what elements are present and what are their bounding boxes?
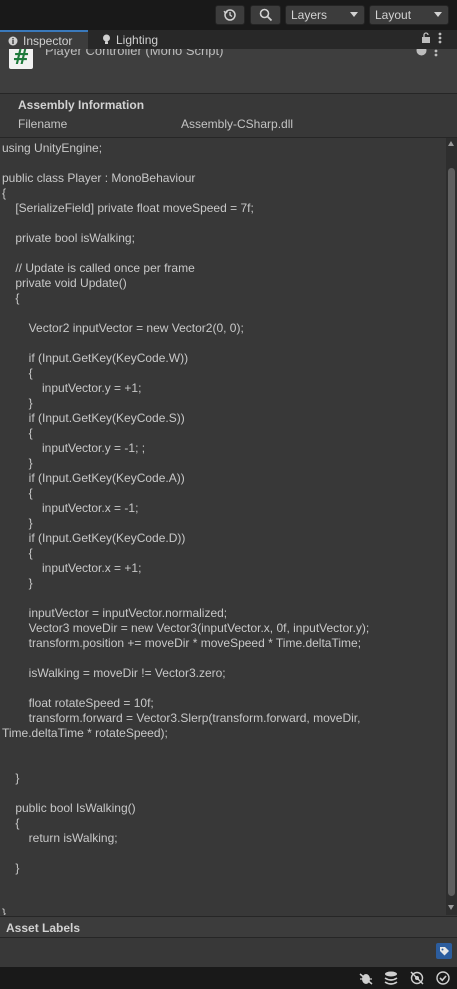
asset-labels-body	[0, 938, 457, 967]
scroll-down-arrow-icon[interactable]	[448, 905, 454, 910]
checkmark-circle-icon[interactable]	[435, 970, 451, 986]
add-label-button[interactable]	[436, 943, 452, 959]
search-icon	[259, 8, 272, 22]
code-line: {	[2, 816, 20, 830]
code-line: }	[2, 456, 33, 470]
tab-inspector-label: Inspector	[23, 33, 73, 48]
search-button[interactable]	[250, 5, 281, 25]
code-line: }	[2, 516, 33, 530]
component-menu-icon[interactable]	[434, 49, 438, 60]
component-title: Player Controller (Mono Script)	[45, 49, 224, 58]
code-line: if (Input.GetKey(KeyCode.W))	[2, 351, 189, 365]
code-line: isWalking = moveDir != Vector3.zero;	[2, 666, 226, 680]
tab-lighting[interactable]: Lighting	[96, 30, 182, 49]
more-options-icon[interactable]	[438, 32, 442, 47]
code-line: inputVector = inputVector.normalized;	[2, 606, 228, 620]
code-line: inputVector.y = +1;	[2, 381, 142, 395]
code-line: inputVector.y = -1; ;	[2, 441, 146, 455]
code-line: }	[2, 771, 20, 785]
code-line: inputVector.x = -1;	[2, 501, 139, 515]
vertical-scrollbar[interactable]	[446, 138, 457, 915]
layout-dropdown[interactable]: Layout	[369, 5, 449, 25]
tab-lighting-label: Lighting	[116, 32, 159, 47]
code-line: }	[2, 906, 7, 915]
scroll-up-arrow-icon[interactable]	[448, 141, 454, 146]
code-line: {	[2, 291, 20, 305]
debug-icon[interactable]	[358, 970, 374, 986]
code-line: float rotateSpeed = 10f;	[2, 696, 154, 710]
code-line: public bool IsWalking()	[2, 801, 136, 815]
code-line: Vector2 inputVector = new Vector2(0, 0);	[2, 321, 244, 335]
lock-icon[interactable]	[421, 32, 431, 47]
code-line: {	[2, 426, 33, 440]
chevron-down-icon	[434, 12, 442, 17]
code-text: using UnityEngine; public class Player : …	[0, 141, 446, 915]
component-header: # Player Controller (Mono Script)	[0, 49, 457, 94]
assembly-information: Assembly Information Filename Assembly-C…	[0, 94, 457, 138]
code-line: return isWalking;	[2, 831, 118, 845]
filename-value: Assembly-CSharp.dll	[181, 117, 294, 131]
layers-dropdown[interactable]: Layers	[285, 5, 365, 25]
code-line: inputVector.x = +1;	[2, 561, 142, 575]
code-line: transform.position += moveDir * moveSpee…	[2, 636, 362, 650]
code-line: if (Input.GetKey(KeyCode.S))	[2, 411, 185, 425]
filename-label: Filename	[18, 117, 68, 131]
code-line: Time.deltaTime * rotateSpeed);	[2, 726, 168, 740]
chevron-down-icon	[350, 12, 358, 17]
history-icon	[223, 9, 236, 21]
code-line: if (Input.GetKey(KeyCode.D))	[2, 531, 186, 545]
script-preview[interactable]: using UnityEngine; public class Player : …	[0, 138, 446, 915]
code-line: private bool isWalking;	[2, 231, 135, 245]
auto-generate-lighting-icon[interactable]	[409, 970, 425, 986]
code-line: {	[2, 366, 33, 380]
layers-stack-icon[interactable]	[383, 970, 399, 986]
tag-icon	[439, 946, 449, 955]
code-line: {	[2, 186, 7, 200]
asset-labels-heading: Asset Labels	[6, 921, 81, 935]
layout-label: Layout	[375, 8, 412, 22]
status-bar	[0, 967, 457, 989]
info-icon	[8, 36, 18, 46]
tab-bar: Inspector Lighting	[0, 30, 457, 49]
code-line: }	[2, 396, 33, 410]
help-icon[interactable]	[416, 49, 427, 59]
code-line: }	[2, 861, 20, 875]
code-line: {	[2, 486, 33, 500]
top-toolbar: Layers Layout	[0, 0, 457, 30]
tab-inspector[interactable]: Inspector	[0, 30, 88, 49]
code-line: Vector3 moveDir = new Vector3(inputVecto…	[2, 621, 370, 635]
code-line: if (Input.GetKey(KeyCode.A))	[2, 471, 185, 485]
code-line: private void Update()	[2, 276, 127, 290]
asset-labels-header: Asset Labels	[0, 916, 457, 938]
code-line: // Update is called once per frame	[2, 261, 195, 275]
code-line: using UnityEngine;	[2, 141, 103, 155]
layers-label: Layers	[291, 8, 328, 22]
code-line: public class Player : MonoBehaviour	[2, 171, 196, 185]
code-line: transform.forward = Vector3.Slerp(transf…	[2, 711, 361, 725]
code-line: {	[2, 546, 33, 560]
lightbulb-icon	[102, 34, 111, 45]
csharp-script-icon: #	[9, 49, 33, 69]
code-line: }	[2, 576, 33, 590]
scrollbar-thumb[interactable]	[448, 168, 455, 896]
code-line: [SerializeField] private float moveSpeed…	[2, 201, 254, 215]
history-button[interactable]	[215, 5, 245, 25]
assembly-heading: Assembly Information	[18, 98, 145, 112]
